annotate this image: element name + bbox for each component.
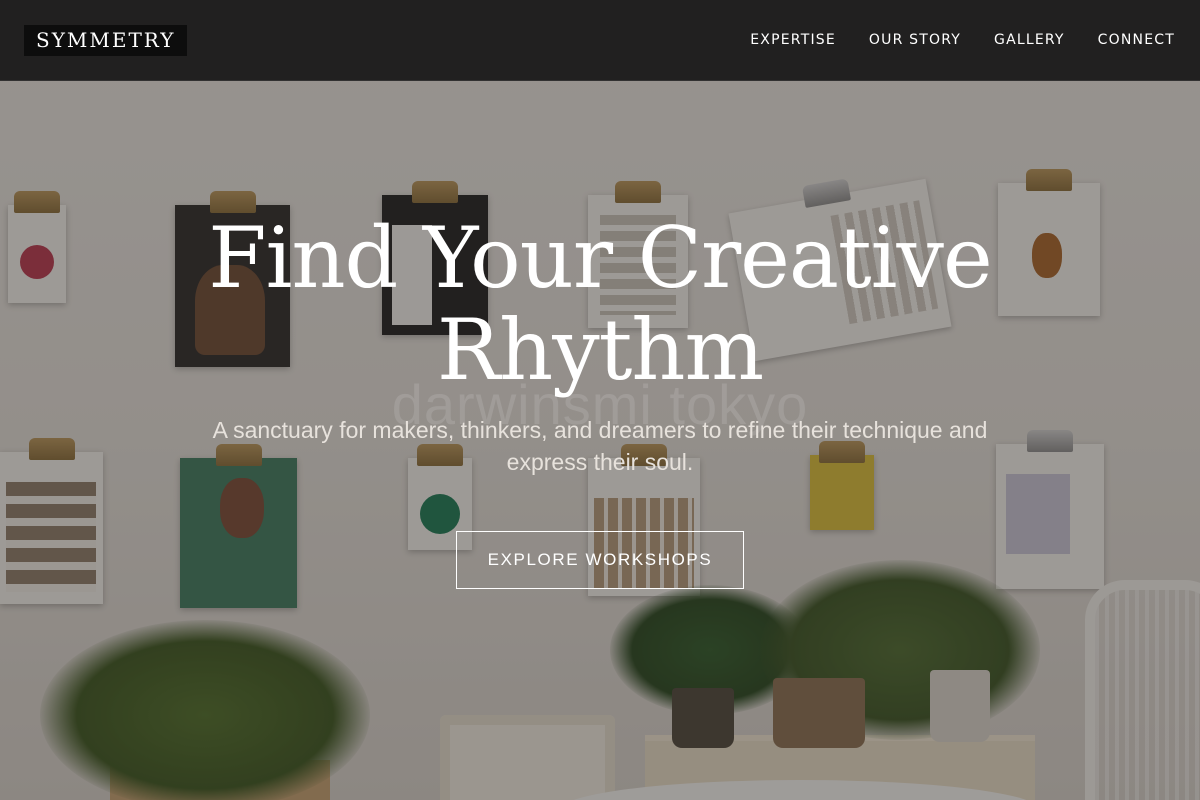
hero-section: Find Your Creative Rhythm A sanctuary fo… [0, 200, 1200, 478]
nav-link-gallery[interactable]: GALLERY [994, 32, 1065, 48]
hero-title: Find Your Creative Rhythm [150, 212, 1050, 396]
nav-link-expertise[interactable]: EXPERTISE [750, 32, 836, 48]
hero-subtitle: A sanctuary for makers, thinkers, and dr… [212, 417, 988, 475]
nav-link-our-story[interactable]: OUR STORY [869, 32, 961, 48]
hero-title-line-1: Find Your Creative [208, 209, 992, 307]
explore-workshops-button[interactable]: EXPLORE WORKSHOPS [456, 531, 744, 589]
nav-link-connect[interactable]: CONNECT [1098, 32, 1175, 48]
site-header: SYMMETRY EXPERTISE OUR STORY GALLERY CON… [0, 0, 1200, 81]
hero-title-line-2: Rhythm [436, 301, 764, 399]
logo[interactable]: SYMMETRY [24, 24, 188, 56]
main-nav: EXPERTISE OUR STORY GALLERY CONNECT [750, 32, 1176, 48]
